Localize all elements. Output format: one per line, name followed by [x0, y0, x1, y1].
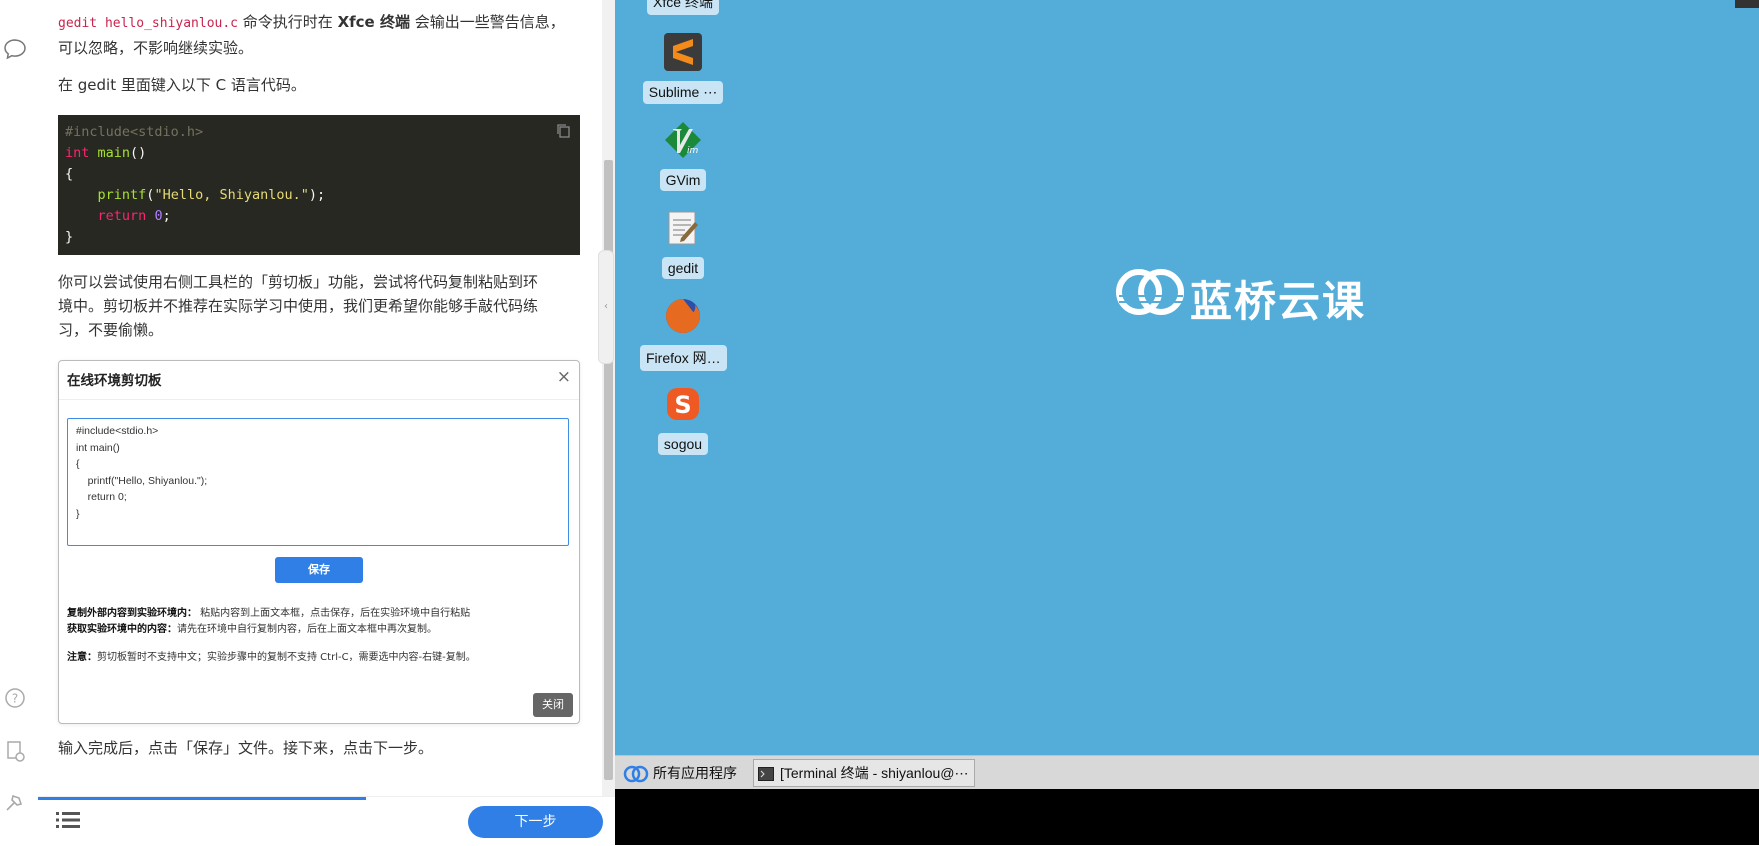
code-lines: #include<stdio.h> int main() { printf("H… [65, 124, 326, 245]
divider [59, 399, 579, 400]
copy-icon[interactable] [556, 123, 572, 139]
remote-desktop[interactable]: Xfce 终端 Sublime ⋯ im GVim gedit Firefox … [615, 0, 1759, 755]
screen-bottom-black [615, 789, 1759, 845]
list-icon[interactable] [56, 810, 80, 830]
window-corner [1735, 0, 1759, 8]
save-button[interactable]: 保存 [275, 557, 363, 583]
gedit-paragraph: 在 gedit 里面键入以下 C 语言代码。 [58, 76, 306, 94]
doc-scrollbar[interactable] [602, 0, 615, 800]
sublime-icon [664, 33, 702, 71]
clipboard-title: 在线环境剪切板 [67, 373, 162, 389]
comment-icon[interactable] [2, 36, 28, 62]
note-warning: 注意：剪切板暂时不支持中文；实验步骤中的复制不支持 Ctrl-C，需要选中内容-… [67, 652, 476, 663]
clipboard-textarea[interactable]: #include<stdio.h> int main() { printf("H… [67, 418, 569, 546]
tool-icon[interactable] [2, 790, 28, 816]
desktop-icon-sogou[interactable]: S sogou [640, 384, 726, 459]
left-rail: ? [0, 0, 39, 845]
terminal-icon [758, 767, 774, 782]
inline-code: gedit hello_shiyanlou.c [58, 16, 239, 31]
lab-document: gedit hello_shiyanlou.c 命令执行时在 Xfce 终端 会… [38, 0, 602, 800]
svg-text:S: S [674, 391, 691, 419]
progress-bar [38, 797, 366, 800]
panel-splitter[interactable]: ‹ [598, 250, 614, 364]
xfce-menu-icon [623, 766, 649, 783]
brand-name: 蓝桥云课 [1190, 277, 1367, 326]
desktop-icon-xfce-terminal[interactable]: Xfce 终端 [640, 0, 726, 19]
save-paragraph: 输入完成后，点击「保存」文件。接下来，点击下一步。 [58, 739, 434, 757]
gedit-icon [668, 211, 698, 245]
close-button[interactable]: 关闭 [533, 693, 573, 717]
clipboard-paragraph: 你可以尝试使用右侧工具栏的「剪切板」功能，尝试将代码复制粘贴到环 境中。剪切板并… [58, 273, 539, 339]
help-icon[interactable]: ? [2, 685, 28, 711]
intro-paragraph: gedit hello_shiyanlou.c 命令执行时在 Xfce 终端 会… [58, 13, 565, 57]
clipboard-panel: 在线环境剪切板 × #include<stdio.h> int main() {… [58, 360, 580, 724]
applications-menu[interactable]: 所有应用程序 [623, 761, 737, 785]
bottom-bar: 下一步 [38, 796, 615, 846]
gvim-icon: im [665, 122, 701, 158]
taskbar: 所有应用程序 [Terminal 终端 - shiyanlou@⋯ [615, 755, 1759, 790]
svg-text:?: ? [12, 692, 18, 706]
desktop-icon-sublime[interactable]: Sublime ⋯ [640, 32, 726, 108]
note-copy-out: 获取实验环境中的内容：请先在环境中自行复制内容，后在上面文本框中再次复制。 [67, 624, 437, 635]
note-copy-in: 复制外部内容到实验环境内： 粘贴内容到上面文本框，点击保存，后在实验环境中自行粘… [67, 608, 471, 619]
clipboard-close-x[interactable]: × [557, 367, 571, 387]
firefox-icon [666, 299, 700, 333]
next-step-button[interactable]: 下一步 [468, 806, 603, 838]
report-icon[interactable] [2, 738, 28, 764]
lanqiao-logo-icon [1116, 269, 1184, 315]
desktop-icon-firefox[interactable]: Firefox 网… [640, 296, 727, 375]
code-block: #include<stdio.h> int main() { printf("H… [58, 115, 580, 255]
sogou-icon: S [667, 388, 699, 420]
desktop-icon-gvim[interactable]: im GVim [640, 120, 726, 195]
desktop-icon-gedit[interactable]: gedit [640, 208, 726, 283]
svg-text:im: im [687, 146, 699, 156]
taskbar-terminal-item[interactable]: [Terminal 终端 - shiyanlou@⋯ [753, 759, 975, 787]
